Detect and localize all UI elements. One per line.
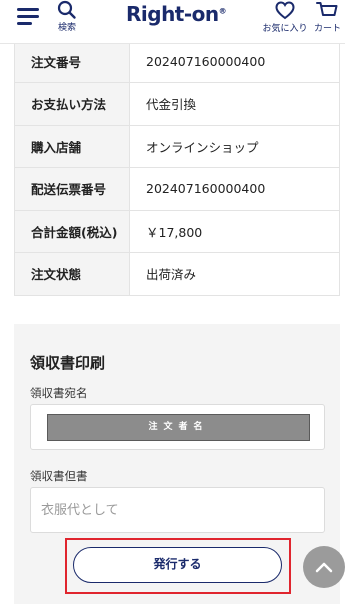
table-row: 注文状態 出荷済み: [14, 252, 340, 296]
payment-method-label: お支払い方法: [14, 82, 130, 126]
receipt-print-panel: 領収書印刷 領収書宛名 注文者名 領収書但書 発行する: [14, 324, 340, 604]
table-row: 合計金額(税込) ￥17,800: [14, 210, 340, 253]
total-amount-label: 合計金額(税込): [14, 210, 130, 253]
order-number-value: 202407160000400: [129, 40, 340, 83]
search-button[interactable]: 検索: [54, 0, 80, 36]
favorites-label: お気に入り: [262, 24, 308, 34]
receipt-addressee-field: 注文者名: [30, 404, 325, 450]
tracking-number-label: 配送伝票番号: [14, 167, 130, 211]
order-details-table: 注文番号 202407160000400 お支払い方法 代金引換 購入店舗 オン…: [14, 40, 340, 296]
receipt-proviso-input[interactable]: [30, 487, 325, 533]
order-status-value: 出荷済み: [129, 252, 340, 296]
table-row: 購入店舗 オンラインショップ: [14, 125, 340, 168]
receipt-print-title: 領収書印刷: [30, 354, 106, 372]
receipt-proviso-label: 領収書但書: [30, 469, 88, 483]
order-number-label: 注文番号: [14, 40, 130, 83]
menu-icon[interactable]: [17, 8, 39, 26]
right-on-logo[interactable]: Right-on®: [126, 2, 227, 28]
store-label: 購入店舗: [14, 125, 130, 168]
receipt-addressee-label: 領収書宛名: [30, 386, 88, 400]
payment-method-value: 代金引換: [129, 82, 340, 126]
issue-receipt-button[interactable]: 発行する: [73, 547, 282, 583]
table-row: お支払い方法 代金引換: [14, 82, 340, 126]
table-row: 配送伝票番号 202407160000400: [14, 167, 340, 211]
search-icon: [57, 0, 76, 19]
site-header: 検索 Right-on® お気に入り カート: [0, 0, 345, 44]
total-amount-value: ￥17,800: [129, 210, 340, 253]
store-value: オンラインショップ: [129, 125, 340, 168]
table-row: 注文番号 202407160000400: [14, 40, 340, 83]
cart-icon: [316, 2, 338, 16]
tracking-number-value: 202407160000400: [129, 167, 340, 211]
order-status-label: 注文状態: [14, 252, 130, 296]
cart-button[interactable]: カート: [310, 0, 345, 36]
heart-icon: [275, 1, 295, 20]
favorites-button[interactable]: お気に入り: [260, 0, 310, 36]
chevron-up-icon: [315, 562, 333, 573]
receipt-addressee-value: 注文者名: [47, 414, 310, 441]
scroll-to-top-button[interactable]: [303, 546, 345, 588]
cart-label: カート: [313, 24, 341, 34]
search-label: 検索: [57, 23, 76, 33]
